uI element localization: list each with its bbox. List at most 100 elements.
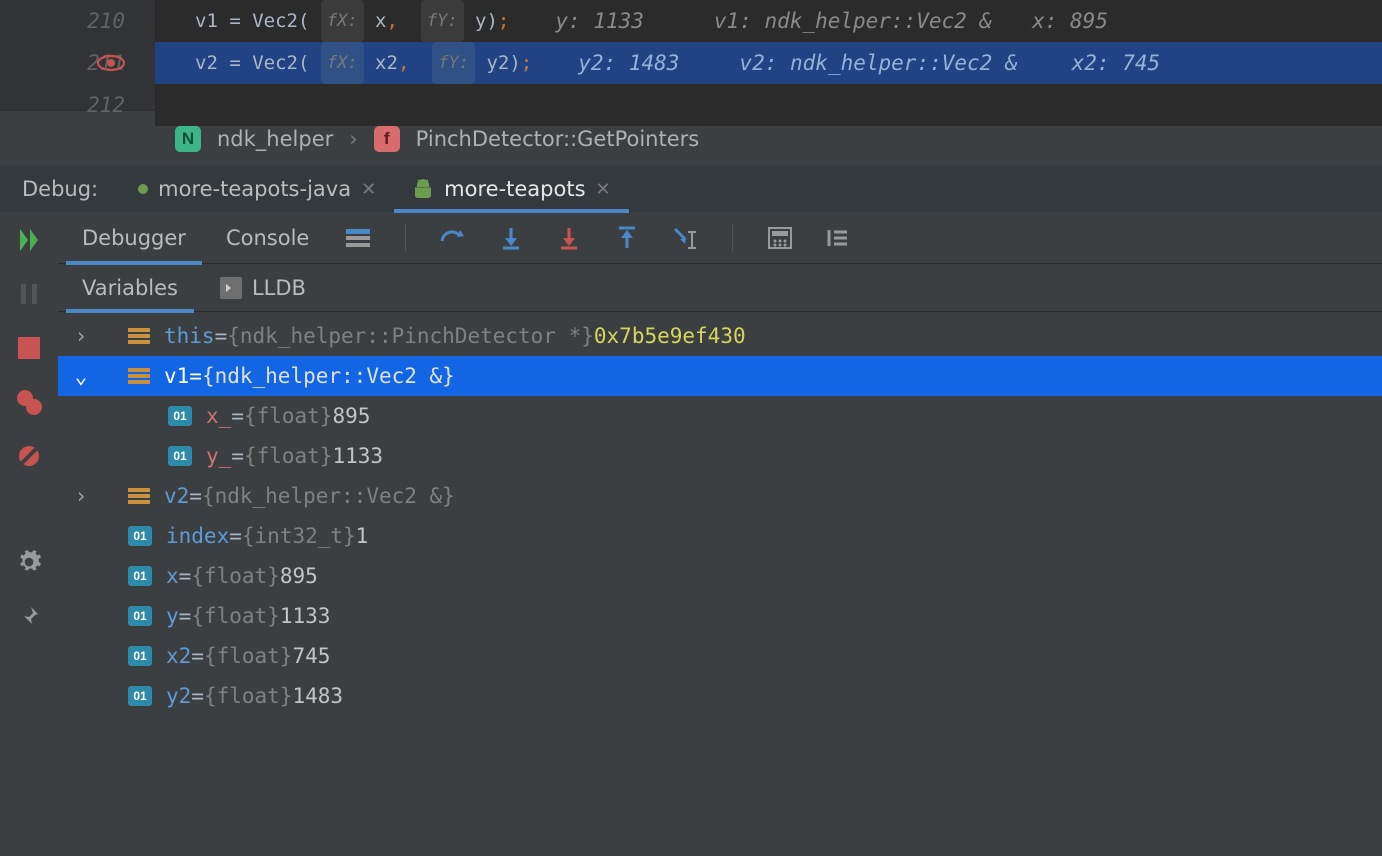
code-fn: Vec2 [252,42,298,84]
force-step-into-button[interactable] [554,223,584,253]
var-type: {float} [244,404,333,428]
var-value: 1133 [332,444,383,468]
var-row-y2[interactable]: 01 y2 = {float} 1483 [58,676,1382,716]
var-row-this[interactable]: › this = {ndk_helper::PinchDetector *} 0… [58,316,1382,356]
var-row-x2[interactable]: 01 x2 = {float} 745 [58,636,1382,676]
var-name: v1 [164,364,189,388]
var-name: index [166,524,229,548]
settings-button[interactable] [13,546,45,578]
var-type: {float} [244,444,333,468]
var-name: y2 [166,684,191,708]
var-row-x_[interactable]: 01 x_ = {float} 895 [58,396,1382,436]
code-line-current: v2 = Vec2( fX: x2, fY: y2); y2: 1483 v2:… [155,42,1382,84]
debug-body: Debugger Console Variables LLDB › [0,212,1382,856]
primitive-icon: 01 [168,406,192,426]
tab-lldb[interactable]: LLDB [214,264,312,312]
primitive-icon: 01 [128,646,152,666]
tab-label: more-teapots-java [158,177,351,201]
tab-label: LLDB [252,276,306,300]
object-icon [128,328,150,344]
var-type: {int32_t} [242,524,356,548]
debug-subtabs: Variables LLDB [58,264,1382,312]
var-value: 895 [280,564,318,588]
namespace-icon: N [175,126,201,152]
var-type: {float} [191,564,280,588]
trace-button[interactable] [823,223,853,253]
code-var: v2 [195,42,218,84]
primitive-icon: 01 [128,526,152,546]
code-editor: 210 211 212 v1 = Vec2( fX: x, fY: y); y:… [0,0,1382,110]
resume-button[interactable] [13,224,45,256]
var-type: {ndk_helper::Vec2 &} [202,484,455,508]
var-name: x2 [166,644,191,668]
var-name: y [166,604,179,628]
tab-debugger[interactable]: Debugger [76,212,192,264]
param-hint: fY: [432,42,475,84]
var-name: x_ [206,404,231,428]
close-icon[interactable]: ✕ [596,179,611,200]
close-icon[interactable]: ✕ [361,179,376,200]
expand-icon[interactable]: › [68,324,94,348]
tab-label: more-teapots [444,177,585,201]
expand-icon[interactable]: › [68,484,94,508]
tab-variables[interactable]: Variables [76,264,184,312]
step-out-button[interactable] [612,223,642,253]
view-breakpoints-button[interactable] [13,386,45,418]
var-type: {float} [191,604,280,628]
var-row-v2[interactable]: › v2 = {ndk_helper::Vec2 &} [58,476,1382,516]
code-line: v1 = Vec2( fX: x, fY: y); y: 1133 v1: nd… [155,0,1382,42]
tab-native[interactable]: more-teapots ✕ [394,166,628,212]
inline-hint: v1: ndk_helper::Vec2 & [714,0,992,42]
inline-hint: x2: 745 [1072,42,1161,84]
mute-breakpoints-button[interactable] [13,440,45,472]
collapse-icon[interactable]: ⌄ [68,364,94,388]
debug-tabs: Debug: more-teapots-java ✕ more-teapots … [0,166,1382,212]
var-value: 0x7b5e9ef430 [594,324,746,348]
var-value: 745 [292,644,330,668]
primitive-icon: 01 [128,566,152,586]
tab-java[interactable]: more-teapots-java ✕ [120,166,394,212]
step-over-button[interactable] [438,223,468,253]
var-value: 1133 [280,604,331,628]
evaluate-button[interactable] [765,223,795,253]
breadcrumb-fn[interactable]: PinchDetector::GetPointers [416,127,700,151]
debug-sidebar [0,212,58,856]
var-type: {ndk_helper::PinchDetector *} [227,324,594,348]
inline-hint: x: 895 [1032,0,1108,42]
inline-hint: y: 1133 [555,0,644,42]
object-icon [128,488,150,504]
threads-icon[interactable] [343,223,373,253]
debug-label: Debug: [0,177,120,201]
pin-button[interactable] [13,600,45,632]
code-arg: x2 [375,42,398,84]
step-into-button[interactable] [496,223,526,253]
breadcrumb-ns[interactable]: ndk_helper [217,127,333,151]
var-name: this [164,324,215,348]
status-dot-icon [138,184,148,194]
var-row-x[interactable]: 01 x = {float} 895 [58,556,1382,596]
run-to-cursor-button[interactable] [670,223,700,253]
param-hint: fX: [321,0,364,42]
var-row-v1[interactable]: ⌄ v1 = {ndk_helper::Vec2 &} [58,356,1382,396]
var-value: 895 [332,404,370,428]
var-row-y_[interactable]: 01 y_ = {float} 1133 [58,436,1382,476]
param-hint: fX: [321,42,364,84]
pause-button[interactable] [13,278,45,310]
object-icon [128,368,150,384]
var-type: {float} [204,684,293,708]
var-value: 1483 [292,684,343,708]
code-area[interactable]: v1 = Vec2( fX: x, fY: y); y: 1133 v1: nd… [155,0,1382,110]
android-icon [412,178,434,200]
var-row-y[interactable]: 01 y = {float} 1133 [58,596,1382,636]
line-number: 212 [0,84,125,126]
separator [405,224,406,252]
separator [732,224,733,252]
var-row-index[interactable]: 01 index = {int32_t} 1 [58,516,1382,556]
breadcrumb-sep: › [349,127,357,151]
tab-console[interactable]: Console [220,212,315,264]
debug-main: Debugger Console Variables LLDB › [58,212,1382,856]
watch-icon[interactable] [94,53,128,73]
var-type: {float} [204,644,293,668]
stop-button[interactable] [13,332,45,364]
line-number: 210 [0,0,125,42]
